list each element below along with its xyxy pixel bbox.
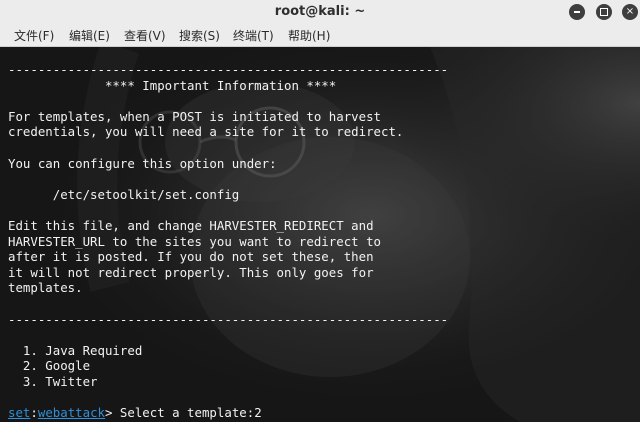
minimize-button[interactable] (569, 4, 585, 20)
prompt-question: > Select a template: (105, 405, 255, 421)
terminal-line: **** Important Information **** (8, 77, 337, 93)
menu-view[interactable]: 查看(V) (124, 27, 166, 44)
prompt-set-label: set (8, 405, 31, 421)
terminal-line: ----------------------------------------… (8, 311, 449, 327)
menu-help[interactable]: 帮助(H) (288, 27, 330, 44)
prompt-line[interactable]: set:webattack> Select a template:2 (8, 405, 448, 421)
maximize-icon (600, 8, 608, 16)
menu-file[interactable]: 文件(F) (14, 27, 54, 44)
close-icon: × (625, 6, 635, 17)
terminal-line: it will not redirect properly. This only… (8, 264, 374, 280)
close-button[interactable]: × (622, 4, 638, 20)
terminal-line: credentials, you will need a site for it… (8, 124, 404, 140)
terminal-line: Edit this file, and change HARVESTER_RED… (8, 217, 374, 233)
terminal-line: You can configure this option under: (8, 155, 277, 171)
terminal-text: ----------------------------------------… (8, 62, 448, 421)
terminal-output[interactable]: ----------------------------------------… (0, 47, 640, 422)
terminal-line: after it is posted. If you do not set th… (8, 249, 374, 265)
prompt-module-label: webattack (37, 405, 105, 421)
minimize-icon (574, 11, 580, 13)
menu-bar: 文件(F) 编辑(E) 查看(V) 搜索(S) 终端(T) 帮助(H) (0, 24, 640, 47)
terminal-line: 2. Google (8, 358, 91, 374)
terminal-line: ----------------------------------------… (8, 62, 449, 77)
terminal-line: templates. (8, 280, 83, 296)
terminal-line: HARVESTER_URL to the sites you want to r… (8, 233, 381, 249)
window-title: root@kali: ~ (274, 4, 366, 19)
terminal-window: root@kali: ~ × 文件(F) 编辑(E) 查看(V) 搜索(S) 终… (0, 0, 640, 422)
menu-edit[interactable]: 编辑(E) (69, 27, 110, 44)
terminal-line: For templates, when a POST is initiated … (8, 108, 381, 124)
terminal-line: 3. Twitter (8, 373, 98, 389)
menu-search[interactable]: 搜索(S) (179, 27, 220, 44)
maximize-button[interactable] (596, 4, 612, 20)
terminal-line: 1. Java Required (8, 342, 143, 358)
prompt-input[interactable]: 2 (254, 405, 261, 420)
menu-terminal[interactable]: 终端(T) (233, 27, 274, 44)
terminal-line: /etc/setoolkit/set.config (8, 186, 240, 202)
title-bar[interactable]: root@kali: ~ × (0, 0, 640, 24)
prompt-separator: : (30, 405, 38, 421)
